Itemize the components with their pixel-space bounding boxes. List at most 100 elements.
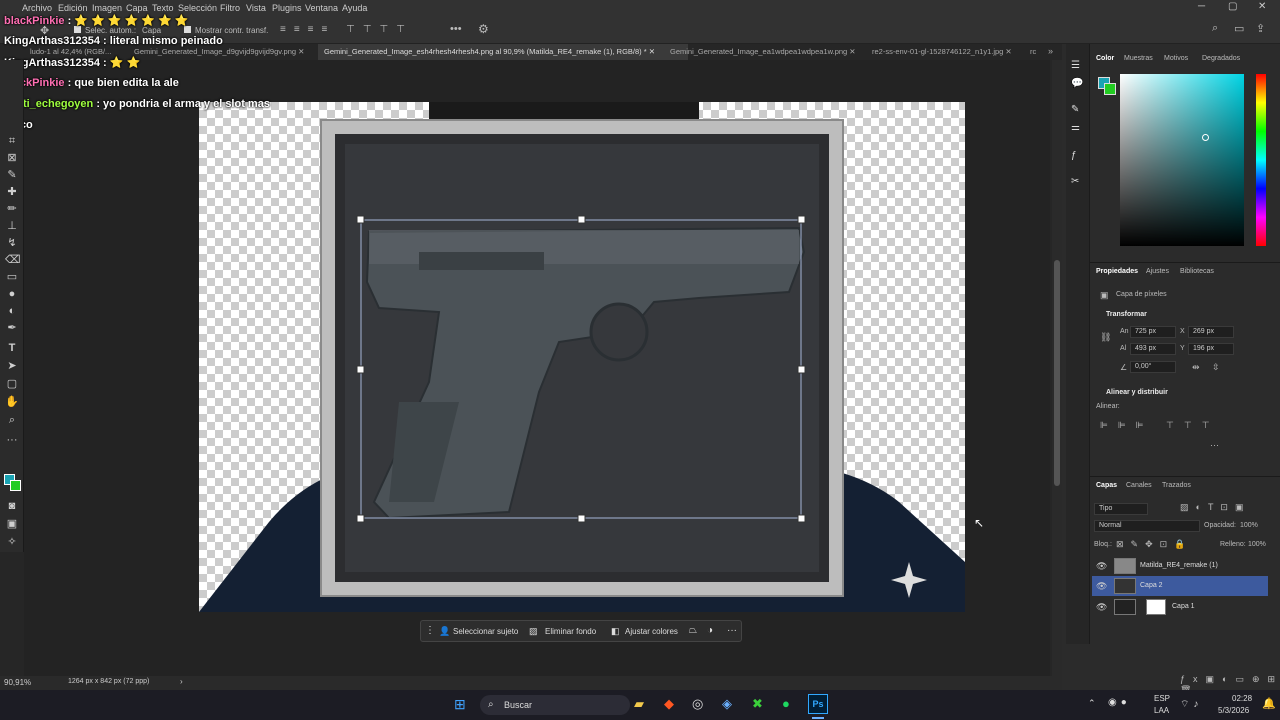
transform-section-title[interactable]: Transformar [1106, 311, 1147, 318]
transform-handle[interactable] [356, 514, 365, 523]
notifications-icon[interactable]: 🔔 [1262, 697, 1276, 710]
obs-icon[interactable]: ◎ [692, 696, 703, 712]
file-explorer-icon[interactable]: ▰ [634, 696, 644, 712]
network-volume-icons[interactable]: ⌔♪ [1180, 698, 1202, 711]
brave-browser-icon[interactable]: ◆ [664, 696, 674, 712]
tab-color[interactable]: Color [1096, 55, 1114, 62]
tab-document-4[interactable]: Gemini_Generated_Image_ea1wdpea1wdpea1w.… [664, 44, 860, 60]
xbox-icon[interactable]: ✖ [752, 696, 763, 712]
quick-mask-icon[interactable]: ◙ [5, 500, 19, 512]
screen-mode-icon[interactable]: ▣ [5, 518, 19, 530]
transform-handle[interactable] [797, 215, 806, 224]
background-color-swatch[interactable] [10, 480, 21, 491]
tab-layers[interactable]: Capas [1096, 482, 1117, 489]
transform-handle[interactable] [356, 215, 365, 224]
layer-row[interactable]: 👁 Capa 1 [1092, 597, 1268, 617]
language-indicator[interactable]: ESP [1154, 694, 1170, 703]
dodge-tool-icon[interactable]: ◐ [5, 305, 19, 317]
minimize-icon[interactable]: ─ [1198, 1, 1205, 12]
menu-capa[interactable]: Capa [126, 3, 148, 13]
tools-icon[interactable]: ✂ [1071, 176, 1079, 187]
tab-swatches[interactable]: Muestras [1124, 55, 1153, 62]
rectangle-tool-icon[interactable]: ▢ [5, 378, 19, 390]
frame-tool-icon[interactable]: ⊠ [5, 152, 19, 164]
menu-ayuda[interactable]: Ayuda [342, 3, 367, 13]
eraser-tool-icon[interactable]: ⌫ [5, 254, 21, 266]
y-field[interactable]: 196 px [1188, 343, 1234, 355]
hand-tool-icon[interactable]: ✋ [5, 396, 19, 408]
tab-channels[interactable]: Canales [1126, 482, 1152, 489]
app-icon[interactable]: ◈ [722, 696, 732, 712]
menu-seleccion[interactable]: Selección [178, 3, 217, 13]
transform-handle[interactable] [797, 514, 806, 523]
menu-texto[interactable]: Texto [152, 3, 174, 13]
tab-paths[interactable]: Trazados [1162, 482, 1191, 489]
brush-settings-icon[interactable]: ✎ [1071, 104, 1079, 115]
menu-plugins[interactable]: Plugins [272, 3, 302, 13]
share-icon[interactable]: ⇪ [1256, 22, 1265, 35]
vertical-scrollbar[interactable] [1052, 60, 1062, 676]
select-subject-button[interactable]: Seleccionar sujeto [453, 627, 518, 636]
adjust-colors-button[interactable]: Ajustar colores [625, 627, 678, 636]
taskbar-search-box[interactable]: ⌕ Buscar [480, 695, 630, 715]
document-canvas[interactable] [199, 102, 965, 612]
tab-gradients[interactable]: Degradados [1202, 55, 1240, 62]
photoshop-taskbar-icon[interactable]: Ps [808, 694, 828, 714]
tab-document-6[interactable]: rc [1024, 44, 1044, 60]
align-buttons-icon[interactable]: ⊫⊫⊫ ⊤⊤⊤ [1100, 420, 1220, 431]
menu-archivo[interactable]: Archivo [22, 3, 52, 13]
tab-properties[interactable]: Propiedades [1096, 268, 1138, 275]
menu-edicion[interactable]: Edición [58, 3, 88, 13]
path-select-icon[interactable]: ➤ [5, 360, 19, 372]
tray-chevron-icon[interactable]: ⌃ [1088, 698, 1096, 709]
align-icons[interactable]: ≡≡≡≡ ⊤⊤⊤⊤ [280, 24, 413, 35]
vertical-scroll-thumb[interactable] [1054, 260, 1060, 486]
visibility-eye-icon[interactable]: 👁 [1096, 581, 1107, 592]
menu-filtro[interactable]: Filtro [220, 3, 240, 13]
tab-document-active[interactable]: Gemini_Generated_Image_esh4rhesh4rhesh4.… [318, 44, 688, 60]
workspace-icon[interactable]: ▭ [1234, 22, 1244, 35]
healing-tool-icon[interactable]: ✚ [5, 186, 19, 198]
hue-slider[interactable] [1256, 74, 1266, 246]
status-menu-icon[interactable]: › [180, 677, 183, 686]
transform-handle[interactable] [577, 215, 586, 224]
gradient-tool-icon[interactable]: ▭ [5, 271, 19, 283]
generative-fill-icon[interactable]: ✧ [5, 536, 19, 548]
zoom-tool-icon[interactable]: ⌕ [5, 414, 19, 426]
drag-handle-icon[interactable]: ⋮ [425, 625, 435, 636]
history-icon[interactable]: ☰ [1071, 60, 1080, 71]
spotify-icon[interactable]: ● [782, 696, 790, 711]
blend-mode-select[interactable]: Normal [1094, 520, 1200, 532]
color-picker-cursor[interactable] [1202, 134, 1209, 141]
blur-tool-icon[interactable]: ● [5, 288, 19, 300]
remove-background-button[interactable]: Eliminar fondo [545, 627, 596, 636]
menu-ventana[interactable]: Ventana [305, 3, 338, 13]
windows-start-icon[interactable]: ⊞ [454, 696, 466, 713]
more-align-icon[interactable]: ··· [1210, 440, 1219, 450]
tabs-overflow-icon[interactable]: » [1048, 46, 1053, 56]
angle-field[interactable]: 0,00° [1130, 361, 1176, 373]
adjust-sliders-icon[interactable]: ⚌ [1071, 122, 1080, 133]
tab-adjustments[interactable]: Ajustes [1146, 268, 1169, 275]
tray-icons[interactable]: ◉● [1108, 697, 1131, 708]
tab-patterns[interactable]: Motivos [1164, 55, 1188, 62]
more-options-icon[interactable]: ··· [727, 625, 737, 636]
layer-row-selected[interactable]: 👁 Capa 2 [1092, 576, 1268, 596]
pen-tool-icon[interactable]: ✒ [5, 322, 19, 334]
brush-tool-icon[interactable]: ✏ [5, 203, 19, 215]
fill-value[interactable]: 100% [1248, 541, 1266, 548]
transform-handle[interactable] [356, 365, 365, 374]
zoom-level[interactable]: 90,91% [4, 678, 31, 687]
layer-row[interactable]: 👁 Matilda_RE4_remake (1) [1092, 556, 1268, 576]
visibility-eye-icon[interactable]: 👁 [1096, 602, 1107, 613]
keyboard-layout[interactable]: LAA [1154, 706, 1169, 715]
visibility-eye-icon[interactable]: 👁 [1096, 561, 1107, 572]
close-icon[interactable]: ✕ [1258, 1, 1266, 12]
clock-time[interactable]: 02:28 [1232, 694, 1252, 703]
settings-gear-icon[interactable]: ⚙ [478, 22, 489, 36]
flip-vertical-icon[interactable]: ⇳ [1212, 362, 1220, 373]
eyedropper-tool-icon[interactable]: ✎ [5, 169, 19, 181]
width-field[interactable]: 725 px [1130, 326, 1176, 338]
layer-filter-kind[interactable]: Tipo [1094, 503, 1148, 515]
link-icon[interactable]: ⛓ [1100, 332, 1111, 343]
